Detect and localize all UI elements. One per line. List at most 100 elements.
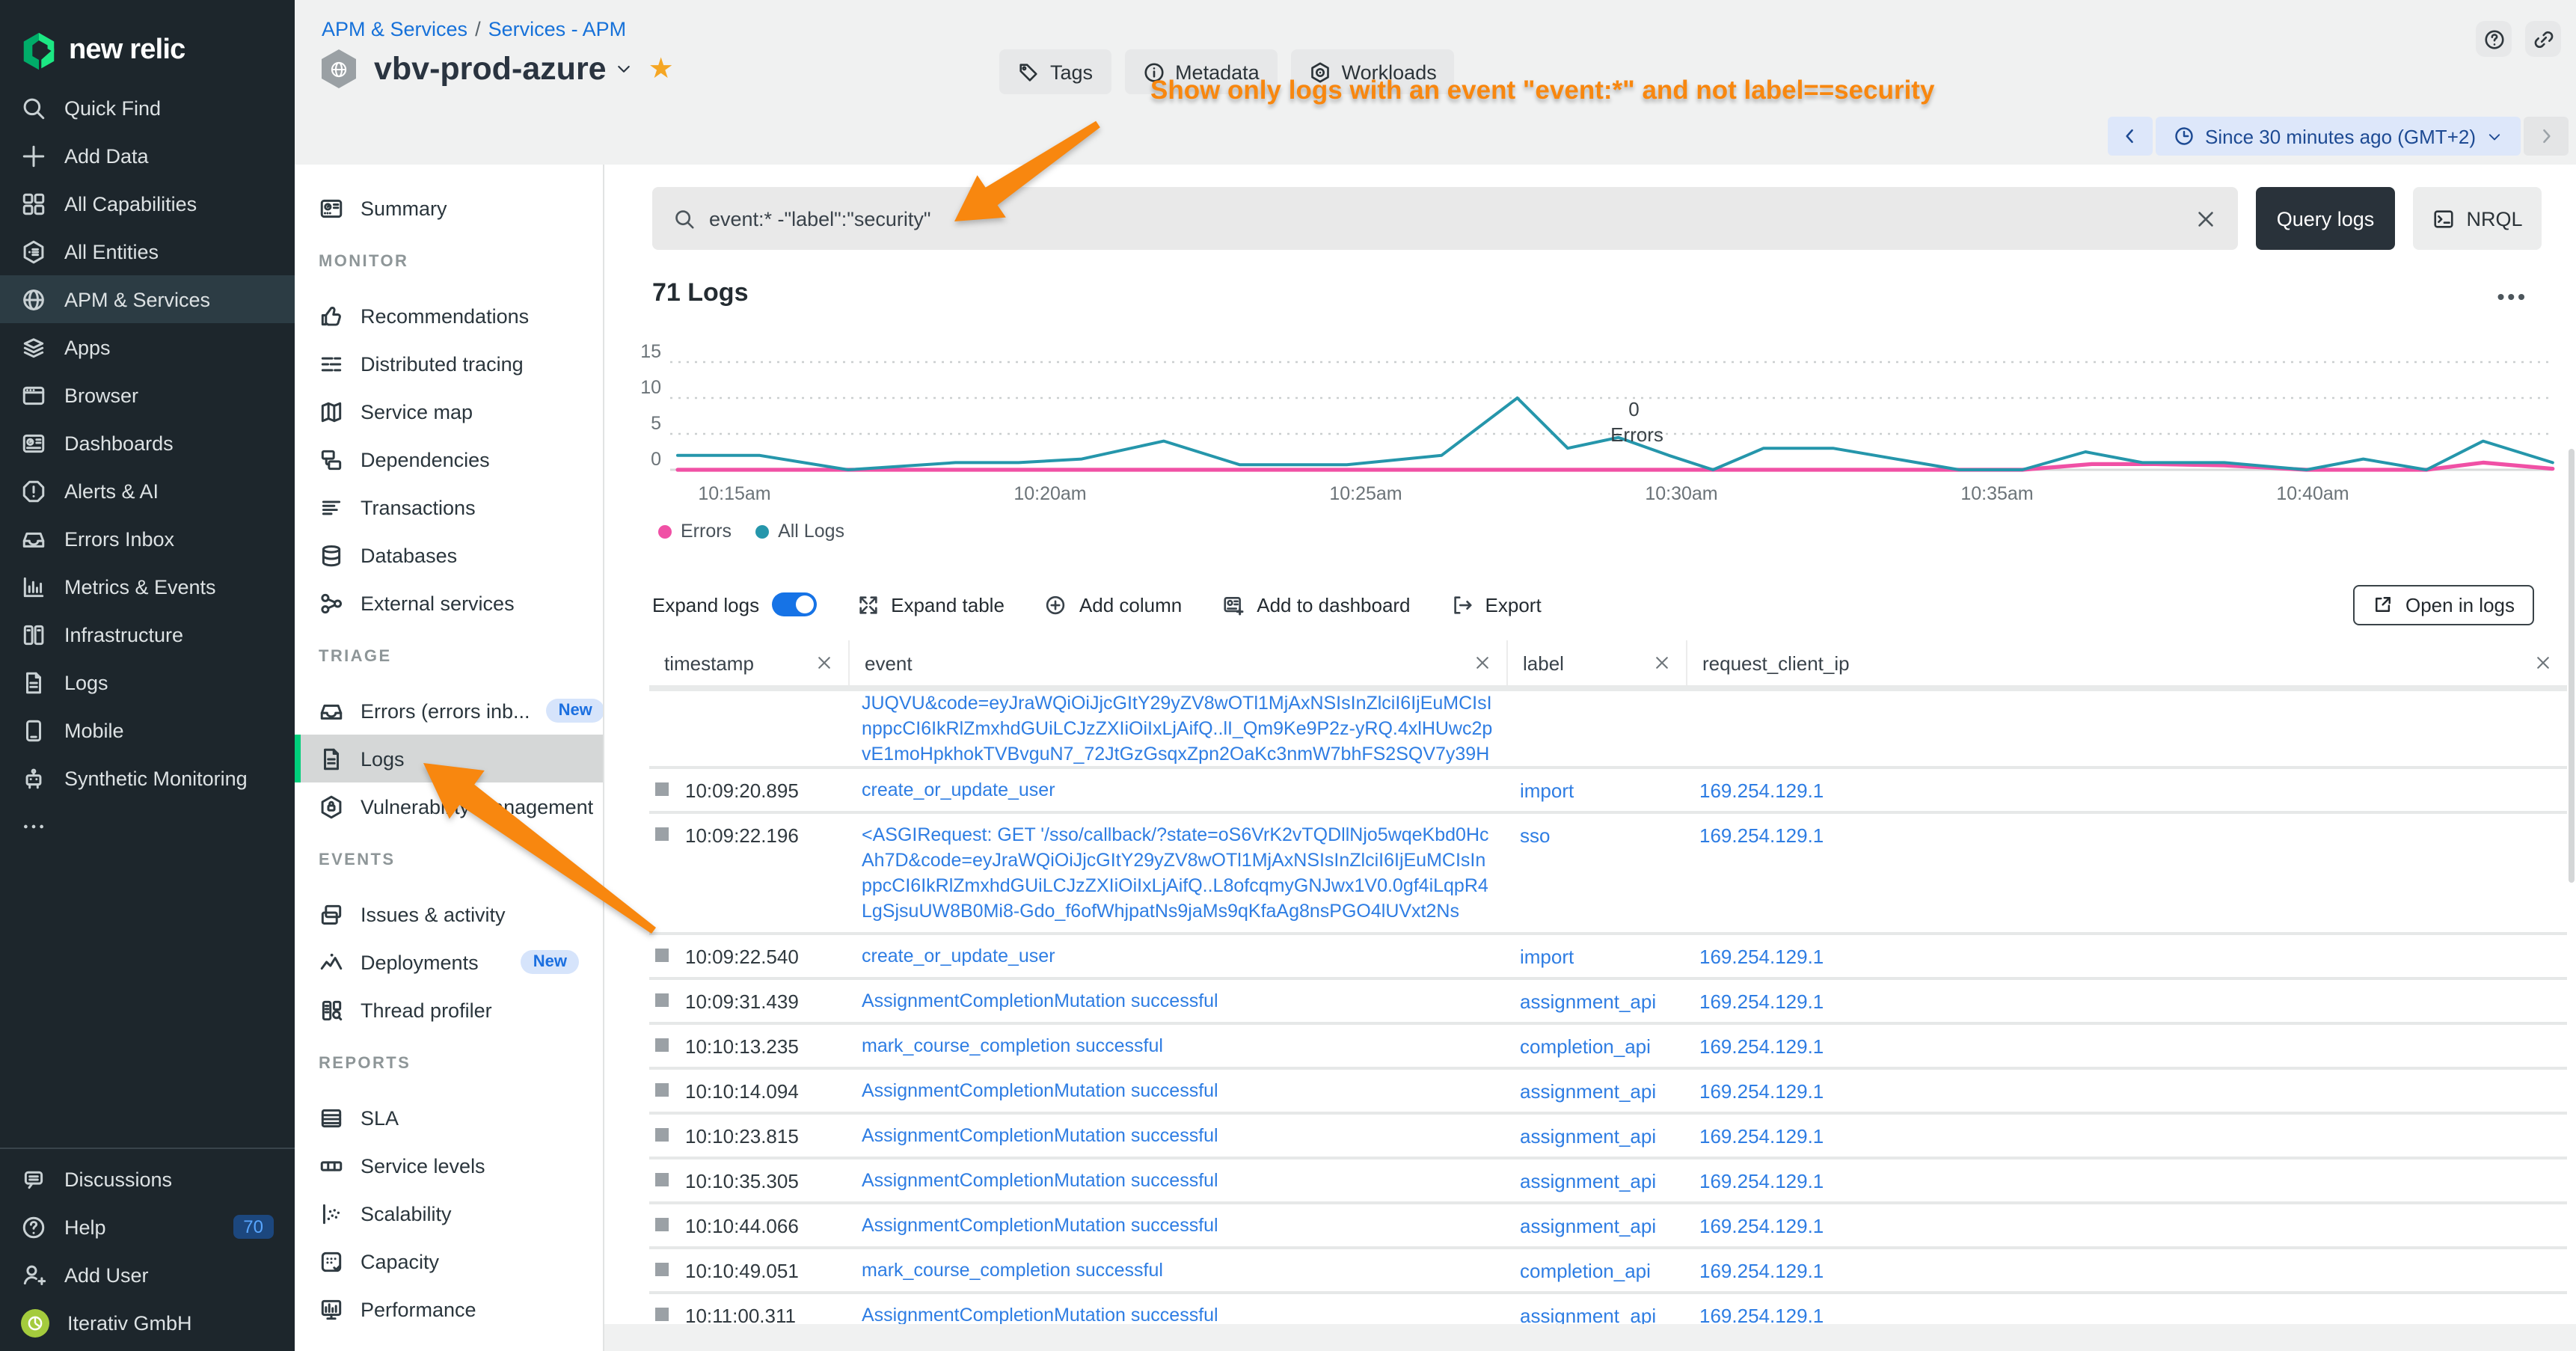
row-marker-icon[interactable] — [655, 949, 669, 962]
cell-request-client-ip-link[interactable] — [1687, 691, 2567, 708]
cell-event-link[interactable]: <ASGIRequest: GET '/sso/callback/?state=… — [850, 814, 1508, 932]
sidebar-item-all-entities[interactable]: All Entities — [0, 227, 295, 275]
sidebar-item-add-data[interactable]: Add Data — [0, 132, 295, 180]
cell-event-link[interactable]: AssignmentCompletionMutation successful — [850, 1204, 1508, 1246]
remove-column-icon[interactable] — [1653, 654, 1671, 672]
cell-event-link[interactable]: mark_course_completion successful — [850, 1025, 1508, 1067]
scrollbar[interactable] — [2569, 449, 2575, 883]
subnav-item-summary[interactable]: Summary — [295, 184, 603, 232]
sidebar-item-all-capabilities[interactable]: All Capabilities — [0, 180, 295, 227]
col-header-event[interactable]: event — [850, 640, 1508, 685]
sidebar-item-apm-services[interactable]: APM & Services — [0, 275, 295, 323]
row-marker-icon[interactable] — [655, 1173, 669, 1186]
cell-event-link[interactable]: AssignmentCompletionMutation successful — [850, 1159, 1508, 1201]
cell-label-link[interactable]: assignment_api — [1508, 1115, 1687, 1157]
add-to-dashboard-button[interactable]: Add to dashboard — [1222, 593, 1410, 616]
open-in-logs-button[interactable]: Open in logs — [2353, 584, 2534, 625]
cell-label-link[interactable]: completion_api — [1508, 1025, 1687, 1067]
legend-all-logs[interactable]: All Logs — [755, 521, 844, 542]
sidebar-item-errors-inbox[interactable]: Errors Inbox — [0, 515, 295, 563]
subnav-item-service-levels[interactable]: Service levels — [295, 1142, 603, 1189]
subnav-item-deployments[interactable]: DeploymentsNew — [295, 938, 603, 986]
row-marker-icon[interactable] — [655, 1128, 669, 1142]
sidebar-item-browser[interactable]: Browser — [0, 371, 295, 419]
row-marker-icon[interactable] — [655, 1308, 669, 1321]
search-query-value[interactable]: event:* -"label":"security" — [709, 207, 2181, 230]
cell-event-link[interactable]: AssignmentCompletionMutation successful — [850, 980, 1508, 1022]
sidebar-item-metrics-events[interactable]: Metrics & Events — [0, 563, 295, 610]
table-row[interactable]: 10:10:14.094AssignmentCompletionMutation… — [649, 1070, 2567, 1115]
legend-errors[interactable]: Errors — [658, 521, 732, 542]
cell-request-client-ip-link[interactable]: 169.254.129.1 — [1687, 980, 2567, 1022]
breadcrumb-apm-services[interactable]: APM & Services — [322, 18, 467, 40]
sidebar-footer-add-user[interactable]: Add User — [0, 1251, 295, 1299]
expand-logs-toggle[interactable]: Expand logs — [652, 592, 816, 616]
subnav-item-scalability[interactable]: Scalability — [295, 1189, 603, 1237]
cell-request-client-ip-link[interactable]: 169.254.129.1 — [1687, 1249, 2567, 1291]
expand-table-button[interactable]: Expand table — [856, 593, 1005, 616]
col-header-request-client-ip[interactable]: request_client_ip — [1687, 640, 2567, 685]
subnav-item-logs[interactable]: Logs — [295, 735, 603, 782]
remove-column-icon[interactable] — [2534, 654, 2552, 672]
table-row[interactable]: 10:09:31.439AssignmentCompletionMutation… — [649, 980, 2567, 1025]
subnav-item-databases[interactable]: Databases — [295, 531, 603, 579]
cell-label-link[interactable]: assignment_api — [1508, 1159, 1687, 1201]
cell-label-link[interactable]: assignment_api — [1508, 1070, 1687, 1112]
cell-label-link[interactable]: import — [1508, 769, 1687, 811]
table-row[interactable]: 10:10:23.815AssignmentCompletionMutation… — [649, 1115, 2567, 1159]
subnav-item-errors-errors-inb-[interactable]: Errors (errors inb...New — [295, 687, 603, 735]
table-row[interactable]: 10:10:49.051mark_course_completion succe… — [649, 1249, 2567, 1294]
cell-request-client-ip-link[interactable]: 169.254.129.1 — [1687, 935, 2567, 977]
row-marker-icon[interactable] — [655, 993, 669, 1007]
time-range-selector[interactable]: Since 30 minutes ago (GMT+2) — [2156, 117, 2521, 156]
cell-request-client-ip-link[interactable]: 169.254.129.1 — [1687, 1025, 2567, 1067]
cell-label-link[interactable]: completion_api — [1508, 1249, 1687, 1291]
subnav-item-transactions[interactable]: Transactions — [295, 483, 603, 531]
add-column-button[interactable]: Add column — [1045, 593, 1182, 616]
sidebar-item-logs[interactable]: Logs — [0, 658, 295, 706]
subnav-item-thread-profiler[interactable]: Thread profiler — [295, 986, 603, 1034]
cell-label-link[interactable] — [1508, 691, 1687, 708]
cell-event-link[interactable]: AssignmentCompletionMutation successful — [850, 1115, 1508, 1157]
sidebar-item-more[interactable] — [0, 802, 295, 850]
sidebar-footer-help[interactable]: Help70 — [0, 1203, 295, 1251]
cell-request-client-ip-link[interactable]: 169.254.129.1 — [1687, 1204, 2567, 1246]
cell-request-client-ip-link[interactable]: 169.254.129.1 — [1687, 1070, 2567, 1112]
sidebar-item-mobile[interactable]: Mobile — [0, 706, 295, 754]
log-search-input[interactable]: event:* -"label":"security" — [652, 187, 2238, 250]
remove-column-icon[interactable] — [815, 654, 833, 672]
sidebar-item-synthetic-monitoring[interactable]: Synthetic Monitoring — [0, 754, 295, 802]
sidebar-item-quick-find[interactable]: Quick Find — [0, 84, 295, 132]
cell-request-client-ip-link[interactable]: 169.254.129.1 — [1687, 814, 2567, 856]
row-marker-icon[interactable] — [655, 782, 669, 796]
time-forward-button[interactable] — [2524, 117, 2569, 156]
subnav-item-vulnerability-management[interactable]: Vulnerability Management — [295, 782, 603, 830]
cell-event-link[interactable]: create_or_update_user — [850, 769, 1508, 811]
row-marker-icon[interactable] — [655, 1038, 669, 1052]
cell-request-client-ip-link[interactable]: 169.254.129.1 — [1687, 1115, 2567, 1157]
col-header-label[interactable]: label — [1508, 640, 1687, 685]
tags-button[interactable]: Tags — [999, 49, 1111, 94]
cell-event-link[interactable]: create_or_update_user — [850, 935, 1508, 977]
remove-column-icon[interactable] — [1473, 654, 1491, 672]
new-relic-logo[interactable]: new relic — [0, 0, 295, 84]
page-title[interactable]: vbv-prod-azure — [374, 50, 607, 88]
subnav-item-capacity[interactable]: Capacity — [295, 1237, 603, 1285]
subnav-item-service-map[interactable]: Service map — [295, 387, 603, 435]
time-back-button[interactable] — [2108, 117, 2153, 156]
row-marker-icon[interactable] — [655, 1218, 669, 1231]
col-header-timestamp[interactable]: timestamp — [649, 640, 850, 685]
cell-event-link[interactable]: AssignmentCompletionMutation successful — [850, 1070, 1508, 1112]
row-marker-icon[interactable] — [655, 827, 669, 841]
row-marker-icon[interactable] — [655, 1083, 669, 1097]
permalink-button[interactable] — [2525, 21, 2561, 57]
subnav-item-issues-activity[interactable]: Issues & activity — [295, 890, 603, 938]
nrql-button[interactable]: NRQL — [2413, 187, 2542, 250]
sidebar-item-dashboards[interactable]: Dashboards — [0, 419, 295, 467]
subnav-item-performance[interactable]: Performance — [295, 1285, 603, 1333]
export-button[interactable]: Export — [1451, 593, 1542, 616]
cell-label-link[interactable]: assignment_api — [1508, 1204, 1687, 1246]
table-row[interactable]: 10:10:13.235mark_course_completion succe… — [649, 1025, 2567, 1070]
star-icon[interactable]: ★ — [648, 52, 674, 86]
sidebar-item-apps[interactable]: Apps — [0, 323, 295, 371]
